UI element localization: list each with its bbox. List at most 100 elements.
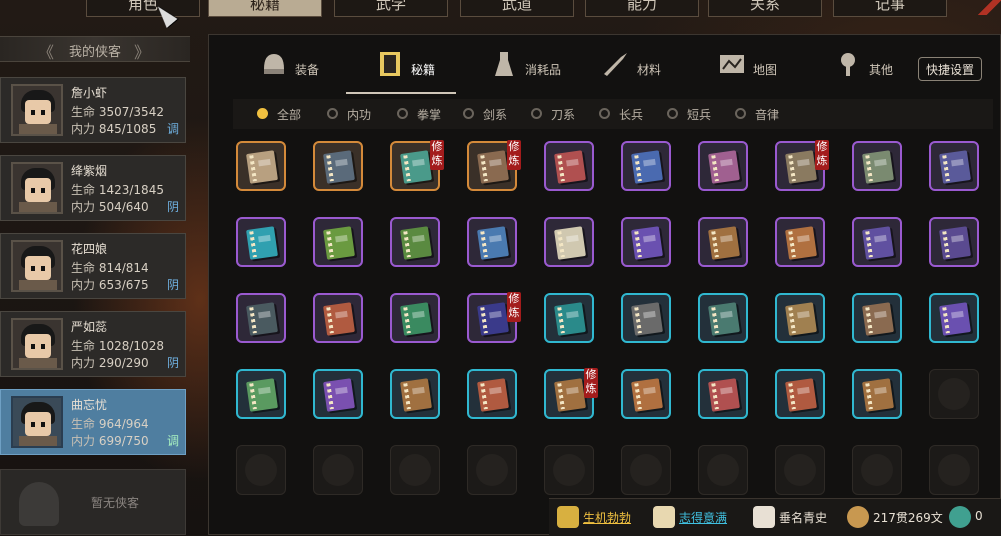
- tab-5[interactable]: 关系: [708, 0, 822, 17]
- item-slot[interactable]: [852, 293, 902, 343]
- radio-dot-icon: [463, 108, 474, 119]
- empty-item-slot[interactable]: [929, 445, 979, 495]
- item-slot[interactable]: [544, 141, 594, 191]
- filter-label: 刀系: [551, 108, 576, 122]
- item-slot[interactable]: [698, 293, 748, 343]
- empty-item-slot[interactable]: [390, 445, 440, 495]
- item-slot[interactable]: [929, 217, 979, 267]
- status-label: 217贯269文: [873, 511, 943, 525]
- empty-item-slot[interactable]: [852, 445, 902, 495]
- item-slot[interactable]: [621, 141, 671, 191]
- manual-book-icon: [785, 378, 817, 412]
- item-slot[interactable]: [852, 369, 902, 419]
- item-slot[interactable]: [544, 293, 594, 343]
- item-slot[interactable]: [236, 293, 286, 343]
- misc-icon: [833, 49, 863, 79]
- item-slot[interactable]: [621, 293, 671, 343]
- chevron-right-icon[interactable]: 》: [134, 39, 150, 63]
- item-slot[interactable]: 修炼: [544, 368, 598, 419]
- manual-book-icon: [477, 302, 509, 336]
- status-label: 志得意满: [679, 511, 728, 525]
- character-tag: 调: [167, 434, 180, 448]
- item-slot[interactable]: 修炼: [467, 292, 521, 343]
- empty-slot-label: 暂无侠客: [91, 496, 140, 510]
- radio-dot-icon: [735, 108, 746, 119]
- item-slot[interactable]: [390, 369, 440, 419]
- item-slot[interactable]: [390, 217, 440, 267]
- item-slot[interactable]: [698, 369, 748, 419]
- tab-1[interactable]: 秘籍: [208, 0, 322, 17]
- manual-book-icon: [862, 150, 894, 184]
- tab-6[interactable]: 记事: [833, 0, 947, 17]
- character-hp: 生命 1028/1028: [71, 339, 164, 353]
- character-tag: 阴: [167, 200, 180, 214]
- manual-book-icon: [400, 150, 432, 184]
- item-slot[interactable]: [775, 217, 825, 267]
- status-bar: 生机勃勃 志得意满 垂名青史 217贯269文 0: [549, 498, 1001, 536]
- item-slot[interactable]: [698, 217, 748, 267]
- character-card[interactable]: 花四娘 生命 814/814 内力 653/675 阴: [0, 233, 186, 299]
- helmet-icon: [259, 49, 289, 79]
- empty-item-slot[interactable]: [467, 445, 517, 495]
- character-mp: 内力 699/750: [71, 434, 149, 448]
- item-slot[interactable]: [621, 369, 671, 419]
- mood-icon: [653, 506, 675, 528]
- item-slot[interactable]: [313, 217, 363, 267]
- category-label: 材料: [637, 63, 662, 77]
- character-hp: 生命 3507/3542: [71, 105, 164, 119]
- manual-book-icon: [785, 302, 817, 336]
- character-card[interactable]: 绛紫烟 生命 1423/1845 内力 504/640 阴: [0, 155, 186, 221]
- item-slot[interactable]: [544, 217, 594, 267]
- manual-book-icon: [862, 378, 894, 412]
- item-slot[interactable]: 修炼: [390, 140, 444, 191]
- item-slot[interactable]: [236, 141, 286, 191]
- character-mp: 内力 653/675: [71, 278, 149, 292]
- manual-book-icon: [554, 226, 586, 260]
- manual-book-icon: [631, 150, 663, 184]
- manual-book-icon: [246, 378, 278, 412]
- herb-icon: [601, 49, 631, 79]
- manual-book-icon: [554, 378, 586, 412]
- manual-book-icon: [246, 302, 278, 336]
- quick-settings-button[interactable]: 快捷设置: [918, 57, 982, 81]
- item-slot[interactable]: [929, 141, 979, 191]
- practice-badge: 修炼: [584, 368, 598, 398]
- empty-item-slot[interactable]: [929, 369, 979, 419]
- item-slot[interactable]: [698, 141, 748, 191]
- item-slot[interactable]: [313, 369, 363, 419]
- empty-item-slot[interactable]: [236, 445, 286, 495]
- item-slot[interactable]: [390, 293, 440, 343]
- item-slot[interactable]: [852, 141, 902, 191]
- item-slot[interactable]: 修炼: [467, 140, 521, 191]
- item-slot[interactable]: [621, 217, 671, 267]
- item-slot[interactable]: [313, 141, 363, 191]
- character-hp: 生命 964/964: [71, 417, 149, 431]
- empty-item-slot[interactable]: [621, 445, 671, 495]
- empty-item-slot[interactable]: [698, 445, 748, 495]
- item-slot[interactable]: [467, 369, 517, 419]
- character-card[interactable]: 严如蕊 生命 1028/1028 内力 290/290 阴: [0, 311, 186, 377]
- character-card[interactable]: 曲忘忧 生命 964/964 内力 699/750 调: [0, 389, 186, 455]
- tab-3[interactable]: 武道: [460, 0, 574, 17]
- potion-icon: [489, 49, 519, 79]
- tab-4[interactable]: 能力: [585, 0, 699, 17]
- character-card[interactable]: 詹小虾 生命 3507/3542 内力 845/1085 调: [0, 77, 186, 143]
- item-slot[interactable]: [775, 369, 825, 419]
- item-slot[interactable]: [236, 217, 286, 267]
- item-slot[interactable]: [467, 217, 517, 267]
- status-label: 0: [975, 509, 983, 523]
- item-slot[interactable]: [313, 293, 363, 343]
- item-slot[interactable]: 修炼: [775, 140, 829, 191]
- item-slot[interactable]: [929, 293, 979, 343]
- character-mp: 内力 845/1085: [71, 122, 157, 136]
- item-slot[interactable]: [852, 217, 902, 267]
- empty-character-slot[interactable]: 暂无侠客: [0, 469, 186, 535]
- item-slot[interactable]: [236, 369, 286, 419]
- tab-0[interactable]: 角色: [86, 0, 200, 17]
- empty-item-slot[interactable]: [313, 445, 363, 495]
- filter-label: 内功: [347, 108, 372, 122]
- item-slot[interactable]: [775, 293, 825, 343]
- empty-item-slot[interactable]: [775, 445, 825, 495]
- tab-2[interactable]: 武学: [334, 0, 448, 17]
- empty-item-slot[interactable]: [544, 445, 594, 495]
